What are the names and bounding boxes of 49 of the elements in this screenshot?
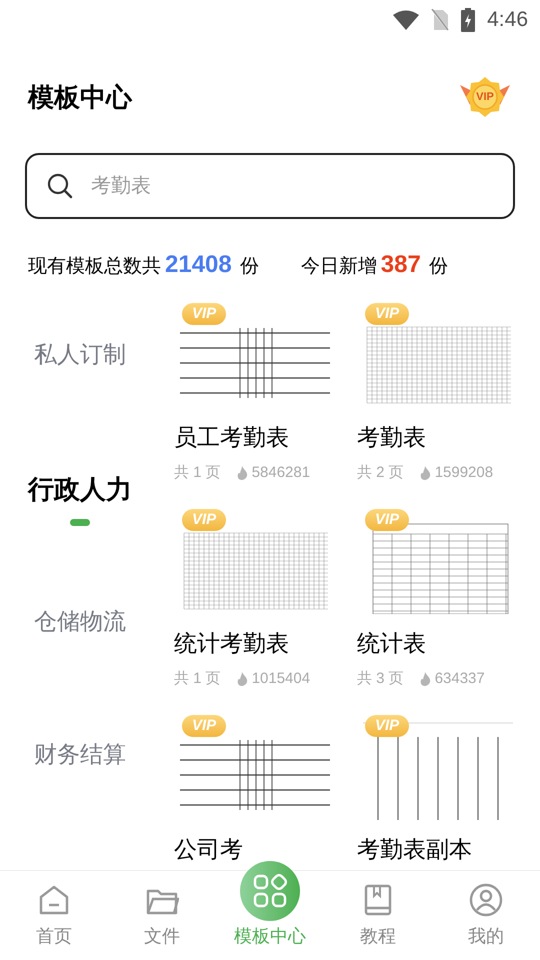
wifi-icon [393, 10, 420, 30]
view-count: 5846281 [252, 463, 310, 483]
category-tab[interactable]: 行政人力 [28, 470, 132, 510]
new-count: 387 [380, 250, 421, 280]
grid-icon [253, 874, 287, 908]
stats-unit: 份 [428, 255, 448, 279]
vip-badge: VIP [365, 303, 410, 325]
template-title[interactable]: 统计表 [357, 628, 532, 658]
vip-badge: VIP [365, 509, 410, 531]
home-icon [37, 883, 71, 917]
nav-tab[interactable]: 首页 [0, 870, 108, 960]
template-title[interactable]: 公司考 [174, 834, 349, 864]
stats-label: 今日新增 [300, 255, 377, 279]
category-tab[interactable]: 私人订制 [34, 337, 126, 372]
template-title[interactable]: 员工考勤表 [174, 422, 349, 452]
flame-icon [236, 672, 248, 686]
template-title[interactable]: 统计考勤表 [174, 628, 349, 658]
view-count: 634337 [434, 669, 485, 689]
total-count: 21408 [165, 250, 232, 280]
page-count: 共 1 页 [174, 463, 221, 483]
nav-tab[interactable]: 教程 [324, 870, 432, 960]
vip-badge: VIP [365, 715, 410, 737]
flame-icon [420, 466, 431, 480]
clock-time: 4:46 [487, 7, 528, 34]
stats-unit: 份 [240, 255, 259, 279]
template-title[interactable]: 考勤表副本 [357, 834, 532, 864]
vip-badge: VIP [182, 715, 226, 737]
flame-icon [236, 466, 248, 480]
nav-tab[interactable]: 文件 [108, 870, 216, 960]
category-tab[interactable]: 仓储物流 [34, 604, 126, 638]
search-icon [47, 173, 73, 199]
vip-badge: VIP [182, 509, 226, 531]
nav-tab[interactable]: 我的 [432, 870, 540, 960]
page-title: 模板中心 [28, 80, 132, 114]
stats-label: 现有模板总数共 [28, 255, 161, 279]
page-count: 共 2 页 [357, 463, 404, 483]
selected-indicator [70, 519, 90, 526]
page-count: 共 1 页 [174, 669, 221, 689]
view-count: 1015404 [252, 669, 310, 689]
template-title[interactable]: 考勤表 [357, 422, 532, 452]
search-field[interactable]: 考勤表 [25, 153, 515, 219]
vip-badge: VIP [182, 303, 226, 325]
category-tab[interactable]: 财务结算 [34, 736, 126, 772]
battery-icon [461, 8, 476, 32]
flame-icon [420, 672, 431, 686]
view-count: 1599208 [434, 463, 494, 483]
no-sim-icon [431, 9, 450, 31]
user-icon [469, 883, 503, 917]
page-count: 共 3 页 [357, 669, 404, 689]
